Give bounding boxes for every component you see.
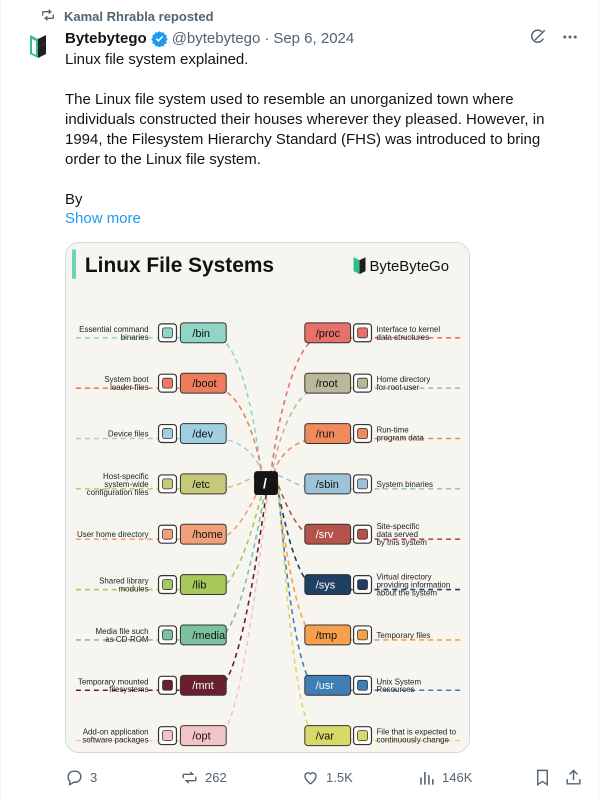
bookmark-button[interactable] [533,768,552,787]
dir-description: filesystems [109,685,148,694]
post-date[interactable]: Sep 6, 2024 [273,30,354,47]
avatar[interactable] [22,30,54,62]
dir-label: /dev [192,428,213,440]
bookmark-icon [537,769,548,786]
tweet-paragraph-3: By [65,191,83,208]
config-icon [157,474,178,494]
tweet-paragraph-2: The Linux file system used to resemble a… [65,91,545,168]
tweet-line-1: Linux file system explained. [65,51,249,68]
dir-description: configuration files [87,488,149,497]
dir-label: /srv [316,529,334,541]
dir-description: modules [119,585,149,594]
share-button[interactable] [564,768,583,787]
temp-file-icon [352,625,373,645]
books-icon [157,575,178,595]
infographic-image[interactable]: Linux File Systems ByteByteGo/bin Essentia… [65,242,470,753]
root-dir-label: / [263,475,267,491]
dir-label: /boot [192,378,216,390]
dir-label: /var [316,731,335,743]
dir-description: software packages [82,736,148,745]
heart-icon [304,771,317,785]
repost-icon [182,770,197,784]
dir-description: for root user [376,383,419,392]
dir-description: User home directory [77,530,149,539]
dir-label: /sbin [316,479,339,491]
reply-icon [67,769,82,786]
share-icon [566,768,581,785]
repost-button[interactable]: 262 [180,768,227,787]
dir-label: /proc [316,328,341,340]
reply-count: 3 [90,769,98,785]
dir-description: Temporary files [376,631,430,640]
house-icon [157,524,178,544]
resources-icon [352,675,373,695]
usb-icon [157,675,178,695]
interface-icon [352,323,373,343]
linux-fs-diagram: Linux File Systems ByteByteGo/binEssentia… [66,243,469,752]
dir-label: /home [192,529,222,541]
dir-label: /sys [316,580,336,592]
layers-icon [352,524,373,544]
dir-label: /lib [192,580,206,592]
dir-label: /usr [316,680,335,692]
tweet-header: Bytebytego @bytebytego · Sep 6, 2024 [65,28,579,48]
more-options-icon[interactable] [561,28,579,50]
repost-indicator[interactable]: Kamal Rhrabla reposted [40,7,214,26]
dir-description: Device files [108,430,149,439]
package-icon [157,726,178,746]
binaries-icon [352,474,373,494]
database-icon [352,423,373,444]
repost-count: 262 [205,769,227,785]
views-icon [420,771,434,785]
views-count: 146K [442,769,473,785]
exe-file-icon [157,323,178,343]
root-home-icon [352,373,373,393]
infographic-title: Linux File Systems [85,254,274,277]
tweet-text: Linux file system explained. The Linux f… [65,50,575,210]
dir-label: /opt [192,731,210,743]
dir-description: System binaries [376,480,433,489]
cd-icon [157,625,178,645]
views-button[interactable]: 146K [417,768,472,787]
separator: · [264,29,270,47]
dir-label: /media [192,630,226,642]
dir-description: binaries [121,333,149,342]
virtual-dir-icon [352,575,373,595]
show-more-link[interactable]: Show more [65,210,141,227]
dir-label: /etc [192,479,210,491]
grok-icon[interactable] [529,28,547,50]
like-button[interactable]: 1.5K [301,768,353,787]
gear-icon [157,373,178,393]
device-icon [157,423,178,444]
repost-label: Kamal Rhrabla reposted [64,9,214,24]
dir-label: /run [316,428,335,440]
dir-description: data structures [376,333,429,342]
reply-button[interactable]: 3 [65,768,97,787]
author-name[interactable]: Bytebytego [65,30,147,47]
dir-label: /root [316,378,338,390]
title-accent [71,249,76,280]
like-count: 1.5K [326,769,353,785]
bytebytego-logo-icon [30,35,46,58]
author-handle[interactable]: @bytebytego [172,30,261,47]
dir-description: as CD-ROM [105,635,148,644]
verified-badge-icon [150,30,168,47]
repost-icon [40,7,56,26]
action-bar: 3 262 1.5K 146K [65,766,585,788]
dir-label: /bin [192,328,210,340]
dir-label: /mnt [192,680,213,692]
brand-name: ByteByteGo [369,258,449,275]
dir-description: loader files [110,383,148,392]
dir-label: /tmp [316,630,337,642]
dir-description: by this system [376,538,427,547]
dir-description: continuously change [376,736,449,745]
dir-description: program data [376,433,424,442]
dir-description: Resources [376,685,414,694]
dir-description: about the system [376,589,437,598]
variable-file-icon [352,726,373,746]
